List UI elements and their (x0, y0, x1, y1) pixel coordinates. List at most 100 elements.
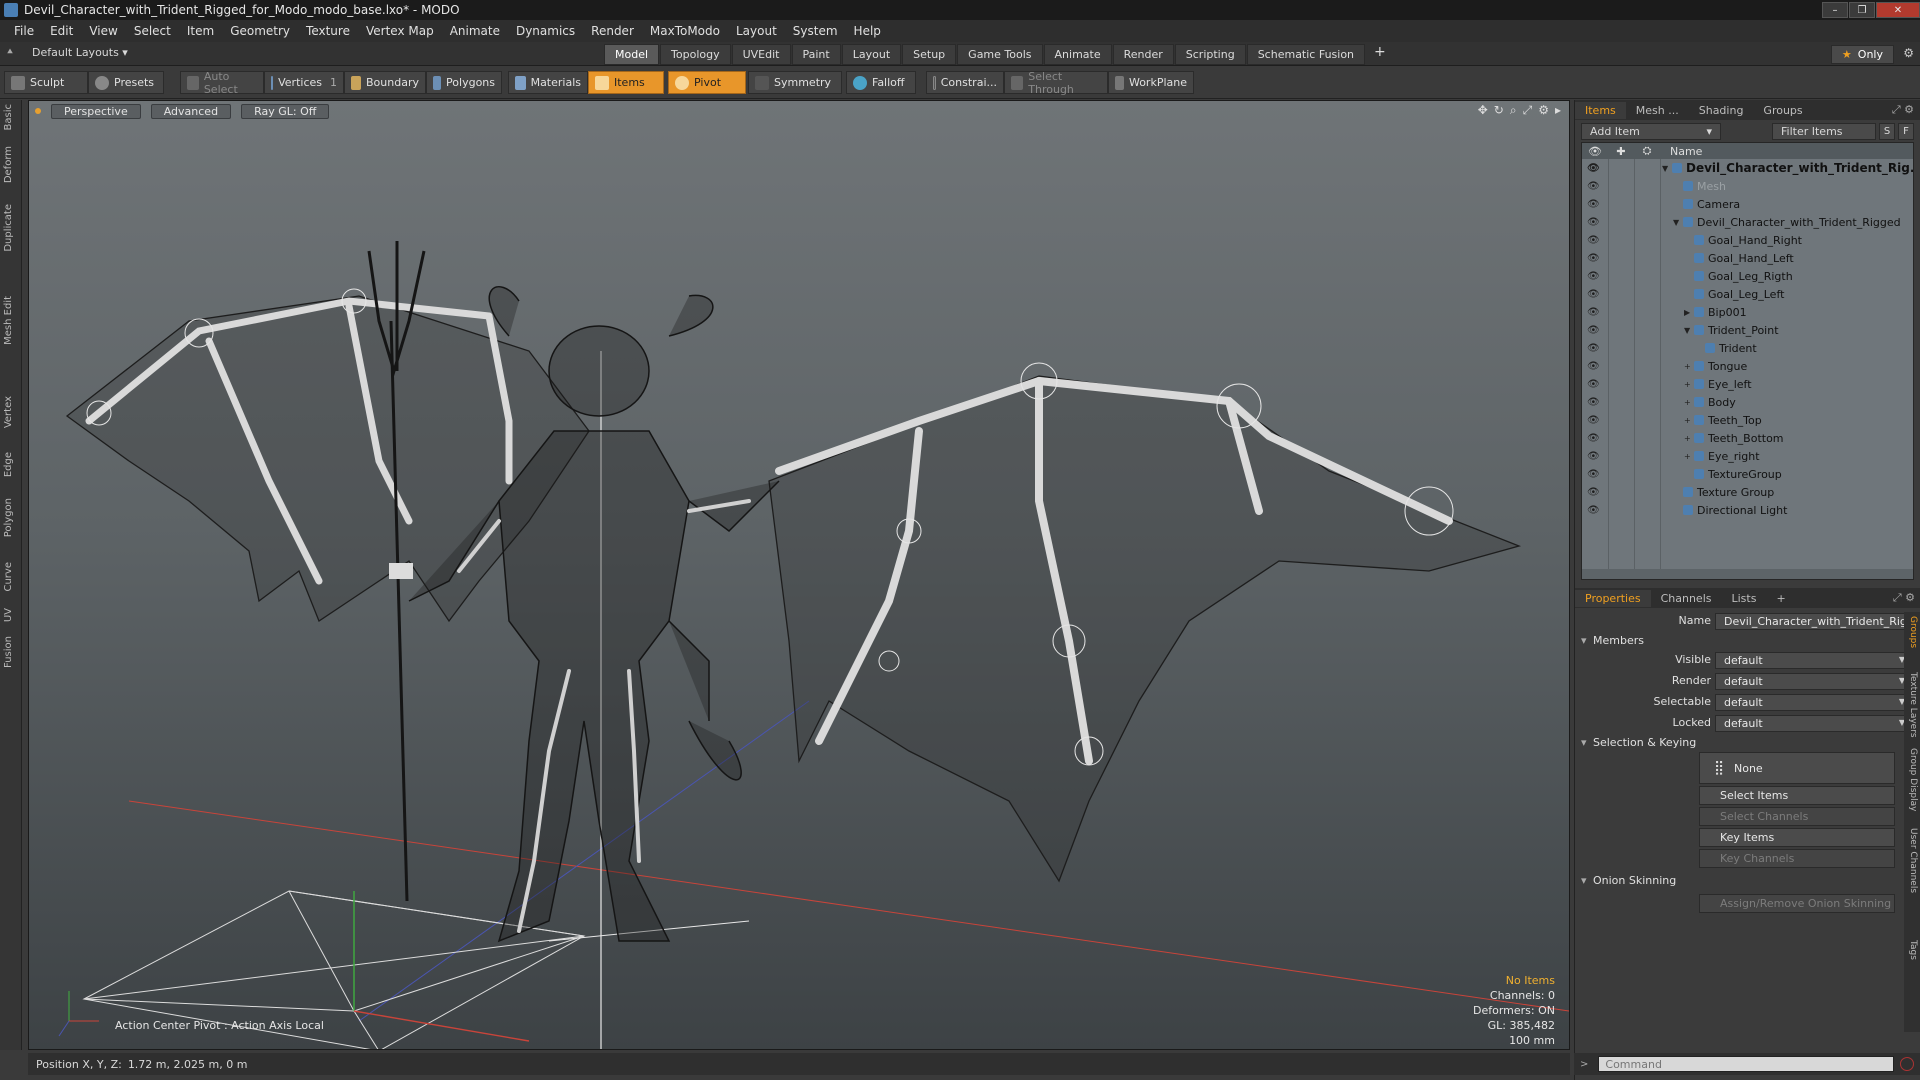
maximize-button[interactable]: ❐ (1849, 2, 1875, 18)
menu-render[interactable]: Render (583, 24, 642, 38)
menu-item[interactable]: Item (179, 24, 222, 38)
tree-row[interactable]: 👁 Directional Light (1582, 501, 1913, 519)
left-tab-curve[interactable]: Curve (3, 562, 19, 592)
expander-icon[interactable]: ▼ (1684, 326, 1694, 335)
side-tab-user-channels[interactable]: User Channels (1906, 828, 1918, 893)
tree-row[interactable]: 👁 ▶ Bip001 (1582, 303, 1913, 321)
items-button[interactable]: Items (588, 71, 664, 94)
polygons-button[interactable]: Polygons (426, 71, 502, 94)
expander-icon[interactable]: + (1684, 452, 1694, 461)
tab-schematic-fusion[interactable]: Schematic Fusion (1246, 44, 1366, 65)
eye-icon[interactable]: 👁 (1587, 487, 1601, 498)
panel-options-icon[interactable]: ⤢ ⚙ (1892, 103, 1914, 117)
key-channels-button[interactable]: Key Channels (1699, 849, 1895, 868)
menu-help[interactable]: Help (846, 24, 889, 38)
tab-layout[interactable]: Layout (841, 44, 902, 65)
menu-dynamics[interactable]: Dynamics (508, 24, 583, 38)
tree-row[interactable]: 👁 ▼ Trident_Point (1582, 321, 1913, 339)
left-tab-fusion[interactable]: Fusion (3, 636, 19, 668)
tree-row[interactable]: 👁 Trident (1582, 339, 1913, 357)
panel-tab-mesh[interactable]: Mesh ... (1626, 102, 1689, 119)
stop-icon[interactable] (1900, 1057, 1915, 1071)
presets-button[interactable]: Presets (88, 71, 164, 94)
tab-scripting[interactable]: Scripting (1174, 44, 1246, 65)
tab-topology[interactable]: Topology (660, 44, 731, 65)
add-tab-button[interactable]: + (1366, 44, 1394, 65)
tree-row[interactable]: 👁 Goal_Leg_Left (1582, 285, 1913, 303)
tree-row[interactable]: 👁 Goal_Hand_Right (1582, 231, 1913, 249)
boundary-button[interactable]: Boundary (344, 71, 426, 94)
side-tab-group-display[interactable]: Group Display (1906, 748, 1918, 811)
pivot-button[interactable]: Pivot (668, 71, 746, 94)
left-tab-edge[interactable]: Edge (3, 452, 19, 477)
menu-view[interactable]: View (81, 24, 125, 38)
tab-game-tools[interactable]: Game Tools (957, 44, 1043, 65)
none-group-box[interactable]: ⣿ None (1699, 752, 1895, 784)
tree-row[interactable]: 👁 + Tongue (1582, 357, 1913, 375)
expander-icon[interactable]: + (1684, 398, 1694, 407)
eye-icon[interactable]: 👁 (1587, 235, 1601, 246)
sculpt-button[interactable]: Sculpt (4, 71, 88, 94)
menu-file[interactable]: File (6, 24, 42, 38)
select-items-button[interactable]: Select Items (1699, 786, 1895, 805)
expander-icon[interactable]: ▼ (1673, 218, 1683, 227)
eye-icon[interactable]: 👁 (1587, 163, 1601, 174)
eye-icon[interactable]: 👁 (1587, 379, 1601, 390)
tab-animate[interactable]: Animate (1043, 44, 1112, 65)
symmetry-button[interactable]: Symmetry (748, 71, 842, 94)
expander-icon[interactable]: ▶ (1684, 308, 1694, 317)
menu-texture[interactable]: Texture (298, 24, 358, 38)
visible-select[interactable]: default (1715, 652, 1911, 669)
vertices-button[interactable]: Vertices 1 (264, 71, 344, 94)
eye-icon[interactable]: 👁 (1587, 469, 1601, 480)
zoom-icon[interactable]: ⌕ (1510, 103, 1517, 118)
locked-select[interactable]: default (1715, 715, 1911, 732)
tree-row[interactable]: 👁 + Teeth_Bottom (1582, 429, 1913, 447)
command-input[interactable]: Command (1598, 1056, 1895, 1072)
menu-maxtomodo[interactable]: MaxToModo (642, 24, 728, 38)
expander-icon[interactable]: + (1684, 416, 1694, 425)
menu-system[interactable]: System (785, 24, 846, 38)
properties-tab-properties[interactable]: Properties (1575, 589, 1651, 607)
left-tab-deform[interactable]: Deform (3, 146, 19, 183)
menu-select[interactable]: Select (126, 24, 179, 38)
perspective-button[interactable]: Perspective (51, 103, 141, 119)
properties-tab-channels[interactable]: Channels (1651, 590, 1722, 607)
s-button[interactable]: S (1879, 122, 1895, 140)
expander-icon[interactable]: + (1684, 434, 1694, 443)
advanced-button[interactable]: Advanced (150, 103, 232, 119)
ray-gl-button[interactable]: Ray GL: Off (241, 103, 330, 119)
eye-icon[interactable]: 👁 (1587, 397, 1601, 408)
expander-icon[interactable]: ▼ (1662, 164, 1672, 173)
tree-row[interactable]: 👁 + Teeth_Top (1582, 411, 1913, 429)
side-tab-groups[interactable]: Groups (1906, 616, 1918, 648)
tree-row[interactable]: 👁 Goal_Leg_Rigth (1582, 267, 1913, 285)
tree-row[interactable]: 👁 TextureGroup (1582, 465, 1913, 483)
tree-row[interactable]: 👁 Mesh (1582, 177, 1913, 195)
rotate-icon[interactable]: ↻ (1494, 103, 1504, 118)
tab-paint[interactable]: Paint (791, 44, 841, 65)
left-tab-basic[interactable]: Basic (3, 104, 19, 130)
eye-icon[interactable]: 👁 (1587, 451, 1601, 462)
panel-tab-items[interactable]: Items (1575, 101, 1626, 119)
tree-row[interactable]: 👁 Goal_Hand_Left (1582, 249, 1913, 267)
tree-row[interactable]: 👁 + Body (1582, 393, 1913, 411)
tree-row[interactable]: 👁 Texture Group (1582, 483, 1913, 501)
tree-row[interactable]: 👁 ▼ Devil_Character_with_Trident_Rig... (1582, 159, 1913, 177)
properties-tab-add[interactable]: + (1766, 590, 1795, 607)
tree-horizontal-scrollbar[interactable] (1582, 569, 1913, 579)
close-button[interactable]: ✕ (1876, 2, 1920, 18)
select-through-button[interactable]: Select Through (1004, 70, 1108, 96)
eye-icon[interactable]: 👁 (1587, 415, 1601, 426)
eye-icon[interactable]: 👁 (1587, 325, 1601, 336)
eye-icon[interactable]: 👁 (1587, 199, 1601, 210)
panel-tab-shading[interactable]: Shading (1689, 102, 1754, 119)
materials-button[interactable]: Materials (508, 71, 588, 94)
eye-icon[interactable]: 👁 (1587, 217, 1601, 228)
eye-icon[interactable]: 👁 (1587, 505, 1601, 516)
tree-row[interactable]: 👁 + Eye_right (1582, 447, 1913, 465)
tree-row[interactable]: 👁 ▼ Devil_Character_with_Trident_Rigged (1582, 213, 1913, 231)
menu-animate[interactable]: Animate (442, 24, 508, 38)
selectable-select[interactable]: default (1715, 694, 1911, 711)
eye-icon[interactable]: 👁 (1587, 289, 1601, 300)
